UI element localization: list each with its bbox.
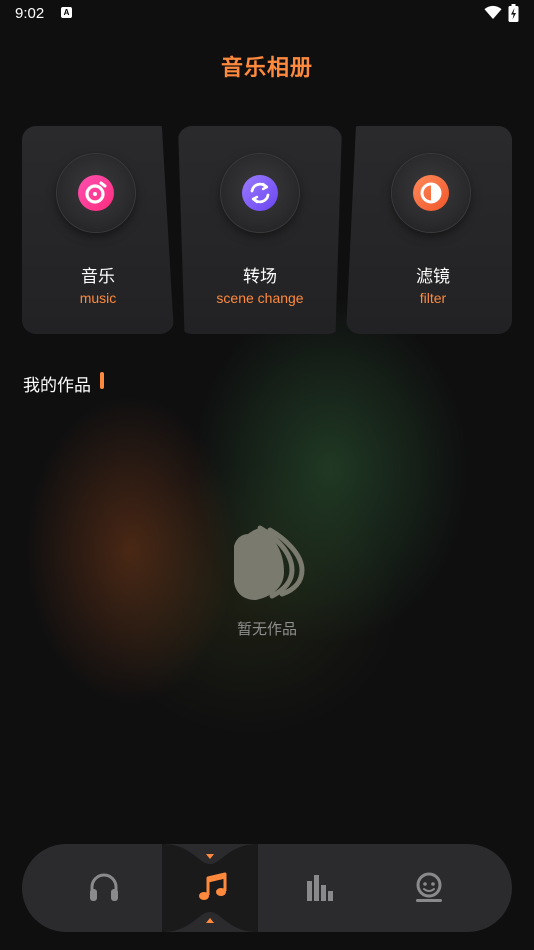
feature-subtitle: filter: [419, 290, 447, 306]
status-time: 9:02: [15, 5, 45, 22]
wifi-icon: [484, 5, 502, 19]
feature-card-filter[interactable]: 滤镜 filter: [346, 126, 512, 334]
section-accent-bar: [100, 372, 104, 389]
tab-charts[interactable]: [302, 869, 338, 905]
feature-title: 滤镜: [416, 267, 450, 287]
filter-icon: [392, 154, 470, 232]
empty-state-icon: [234, 525, 305, 600]
profile-icon: [416, 872, 442, 902]
feature-title: 音乐: [81, 267, 115, 287]
tab-music[interactable]: [195, 869, 231, 905]
notification-icon: A: [61, 7, 72, 18]
battery-icon: [508, 4, 519, 22]
empty-state-text: 暂无作品: [236, 620, 297, 638]
music-disc-icon: [57, 154, 135, 232]
tab-profile[interactable]: [411, 869, 447, 905]
transition-icon: [221, 154, 299, 232]
tab-headphones[interactable]: [86, 869, 122, 905]
status-bar: 9:02 A: [0, 0, 534, 28]
feature-card-music[interactable]: 音乐 music: [22, 126, 174, 334]
music-note-icon: [199, 872, 227, 900]
feature-title: 转场: [243, 267, 277, 287]
works-section-title: 我的作品: [23, 376, 91, 396]
headphones-icon: [90, 873, 118, 901]
feature-subtitle: scene change: [216, 290, 304, 306]
feature-card-transition[interactable]: 转场 scene change: [178, 126, 342, 334]
feature-subtitle: music: [79, 290, 117, 306]
equalizer-icon: [307, 875, 333, 901]
page-title: 音乐相册: [220, 56, 313, 81]
